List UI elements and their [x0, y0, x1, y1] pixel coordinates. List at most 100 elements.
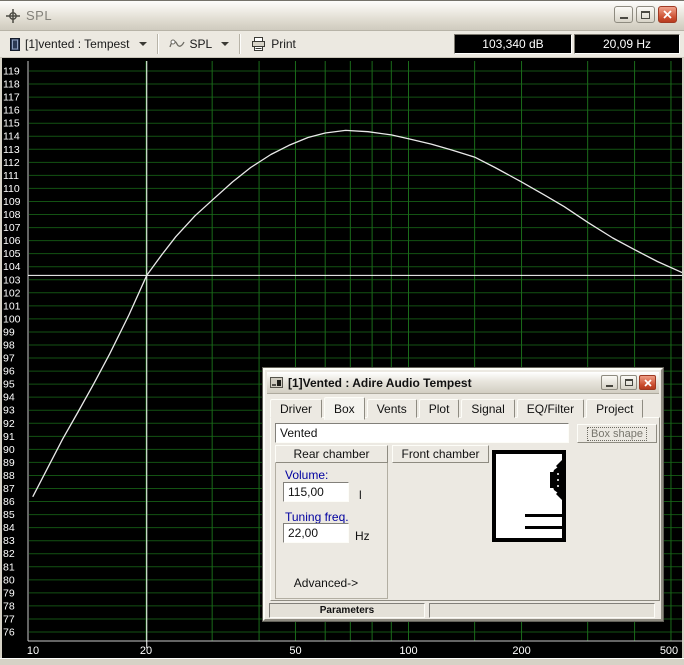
- dialog-minimize-button[interactable]: [601, 375, 618, 390]
- graph-type-label: SPL: [190, 37, 213, 51]
- svg-text:113: 113: [3, 144, 20, 156]
- svg-text:83: 83: [3, 535, 15, 547]
- svg-text:109: 109: [3, 196, 21, 208]
- svg-text:200: 200: [512, 645, 530, 657]
- chevron-down-icon: [221, 42, 229, 46]
- tuning-freq-unit: Hz: [355, 529, 370, 543]
- svg-text:101: 101: [3, 300, 21, 312]
- statusbar-empty: [429, 603, 655, 618]
- svg-text:118: 118: [3, 79, 20, 91]
- print-label: Print: [271, 37, 296, 51]
- tuning-freq-input[interactable]: [283, 523, 349, 543]
- svg-text:104: 104: [3, 261, 21, 273]
- svg-text:106: 106: [3, 235, 21, 247]
- svg-text:99: 99: [3, 326, 15, 338]
- toolbar: [1]vented : Tempest SPL Print 103,340 dB: [0, 31, 684, 58]
- front-chamber-button[interactable]: Front chamber: [392, 445, 489, 463]
- advanced-button[interactable]: Advanced->: [287, 574, 365, 591]
- svg-text:110: 110: [3, 183, 20, 195]
- spl-readout: 103,340 dB: [454, 34, 572, 54]
- svg-text:78: 78: [3, 600, 15, 612]
- tab-eq-filter[interactable]: EQ/Filter: [517, 399, 584, 418]
- svg-text:86: 86: [3, 496, 15, 508]
- project-selector-label: [1]vented : Tempest: [25, 37, 130, 51]
- svg-text:96: 96: [3, 366, 15, 378]
- box-shape-button[interactable]: Box shape: [577, 424, 657, 443]
- toolbar-separator: [239, 34, 241, 54]
- tab-vents[interactable]: Vents: [367, 399, 417, 418]
- volume-label: Volume:: [285, 468, 328, 482]
- print-button[interactable]: Print: [245, 33, 302, 55]
- tab-driver[interactable]: Driver: [270, 399, 322, 418]
- rear-chamber-button[interactable]: Rear chamber: [275, 445, 388, 463]
- svg-text:500: 500: [660, 645, 678, 657]
- maximize-icon: [641, 11, 650, 19]
- svg-text:95: 95: [3, 379, 15, 391]
- maximize-button[interactable]: [636, 6, 655, 23]
- box-tab-pane: Vented Box shape Rear chamber Front cham…: [270, 417, 660, 601]
- box-parameters-dialog: [1]Vented : Adire Audio Tempest Driver B…: [263, 368, 663, 621]
- svg-text:111: 111: [3, 170, 19, 182]
- svg-text:20: 20: [140, 645, 152, 657]
- crosshair-plot-icon: [6, 9, 20, 23]
- svg-text:105: 105: [3, 248, 21, 260]
- project-selector[interactable]: [1]vented : Tempest: [4, 33, 153, 55]
- window-bottom-edge: [0, 658, 684, 665]
- svg-text:100: 100: [3, 313, 21, 325]
- spl-plot-window: SPL [1]vented : Tempest: [0, 0, 684, 665]
- svg-text:88: 88: [3, 470, 15, 482]
- svg-text:91: 91: [3, 431, 15, 443]
- tab-plot[interactable]: Plot: [419, 399, 460, 418]
- svg-text:119: 119: [3, 66, 20, 78]
- svg-text:98: 98: [3, 339, 15, 351]
- tab-project[interactable]: Project: [586, 399, 643, 418]
- statusbar-parameters[interactable]: Parameters: [269, 603, 425, 618]
- svg-text:100: 100: [399, 645, 417, 657]
- dialog-statusbar: Parameters: [267, 603, 659, 619]
- window-titlebar[interactable]: SPL: [0, 1, 684, 31]
- box-shape-button-label: Box shape: [587, 427, 647, 441]
- graph-type-selector[interactable]: SPL: [163, 33, 236, 55]
- minimize-icon: [620, 17, 628, 19]
- svg-text:112: 112: [3, 157, 20, 169]
- maximize-icon: [625, 379, 633, 386]
- svg-text:87: 87: [3, 483, 15, 495]
- svg-text:108: 108: [3, 209, 21, 221]
- tuning-freq-label: Tuning freq.: [285, 510, 349, 524]
- window-title: SPL: [26, 8, 52, 23]
- vented-box-diagram: [492, 450, 566, 542]
- minimize-button[interactable]: [614, 6, 633, 23]
- svg-text:50: 50: [289, 645, 301, 657]
- tab-box[interactable]: Box: [324, 397, 365, 420]
- dialog-title: [1]Vented : Adire Audio Tempest: [288, 376, 472, 390]
- printer-icon: [251, 37, 266, 51]
- svg-text:80: 80: [3, 574, 15, 586]
- svg-text:114: 114: [3, 131, 20, 143]
- dialog-close-button[interactable]: [639, 375, 656, 390]
- svg-text:92: 92: [3, 418, 15, 430]
- svg-text:89: 89: [3, 457, 15, 469]
- spl-curve-icon: [169, 38, 185, 50]
- volume-input[interactable]: [283, 482, 349, 502]
- svg-text:97: 97: [3, 353, 15, 365]
- tab-signal[interactable]: Signal: [461, 399, 514, 418]
- svg-text:82: 82: [3, 548, 15, 560]
- svg-text:84: 84: [3, 522, 15, 534]
- svg-text:103: 103: [3, 274, 21, 286]
- frequency-readout: 20,09 Hz: [574, 34, 680, 54]
- dialog-icon: [270, 376, 283, 389]
- svg-text:10: 10: [27, 645, 39, 657]
- window-edge: [0, 58, 2, 658]
- dialog-titlebar[interactable]: [1]Vented : Adire Audio Tempest: [267, 372, 659, 394]
- minimize-icon: [606, 385, 613, 387]
- svg-text:79: 79: [3, 587, 15, 599]
- box-type-field: Vented: [275, 423, 569, 443]
- dialog-maximize-button[interactable]: [620, 375, 637, 390]
- svg-text:117: 117: [3, 92, 20, 104]
- close-icon: [644, 379, 652, 387]
- project-icon: [10, 38, 20, 51]
- svg-text:76: 76: [3, 627, 15, 639]
- close-button[interactable]: [658, 6, 677, 23]
- svg-text:102: 102: [3, 287, 21, 299]
- svg-text:77: 77: [3, 613, 15, 625]
